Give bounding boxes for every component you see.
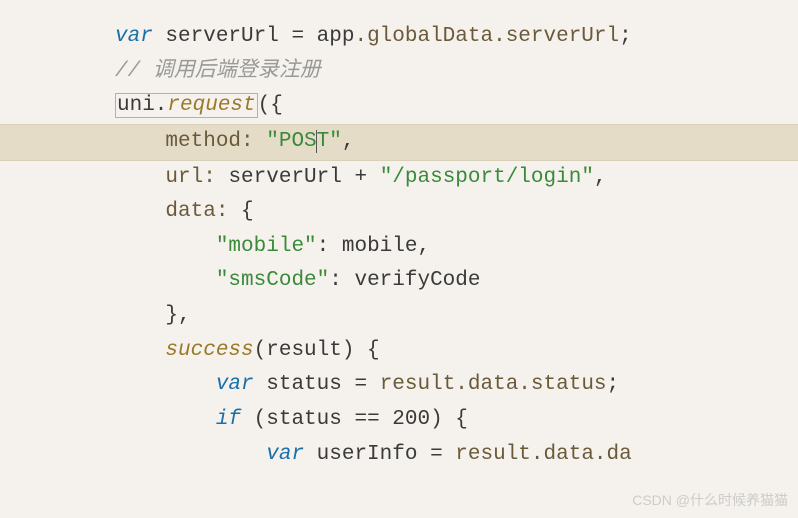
keyword-if: if xyxy=(216,408,241,431)
code-line: data: { xyxy=(115,195,798,230)
code-line: uni.request({ xyxy=(115,89,798,124)
code-line: var serverUrl = app.globalData.serverUrl… xyxy=(115,20,798,55)
code-line: }, xyxy=(115,299,798,334)
selection-box: uni.request xyxy=(115,93,258,118)
code-line-comment: // 调用后端登录注册 xyxy=(115,55,798,90)
code-line: "mobile": mobile, xyxy=(115,230,798,265)
watermark-text: CSDN @什么时候养猫猫 xyxy=(632,489,788,512)
keyword-var: var xyxy=(216,373,254,396)
keyword-var: var xyxy=(266,443,304,466)
code-line: "smsCode": verifyCode xyxy=(115,264,798,299)
code-editor: var serverUrl = app.globalData.serverUrl… xyxy=(0,0,798,472)
keyword-var: var xyxy=(115,25,153,48)
code-line: var status = result.data.status; xyxy=(115,368,798,403)
code-line: success(result) { xyxy=(115,334,798,369)
code-line: url: serverUrl + "/passport/login", xyxy=(115,161,798,196)
code-line-active: method: "POST", xyxy=(0,124,798,161)
code-line: var userInfo = result.data.da xyxy=(115,438,798,473)
code-line: if (status == 200) { xyxy=(115,403,798,438)
